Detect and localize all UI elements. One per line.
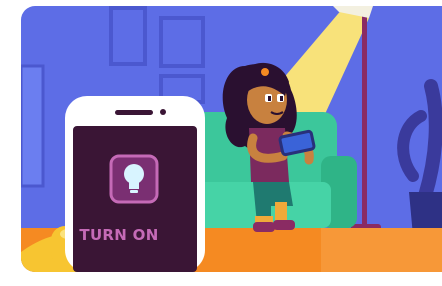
window (21, 64, 45, 188)
turn-on-label: TURN ON (79, 226, 159, 244)
smartphone (65, 96, 205, 272)
lamp-pole (362, 6, 367, 228)
rug (321, 228, 442, 272)
